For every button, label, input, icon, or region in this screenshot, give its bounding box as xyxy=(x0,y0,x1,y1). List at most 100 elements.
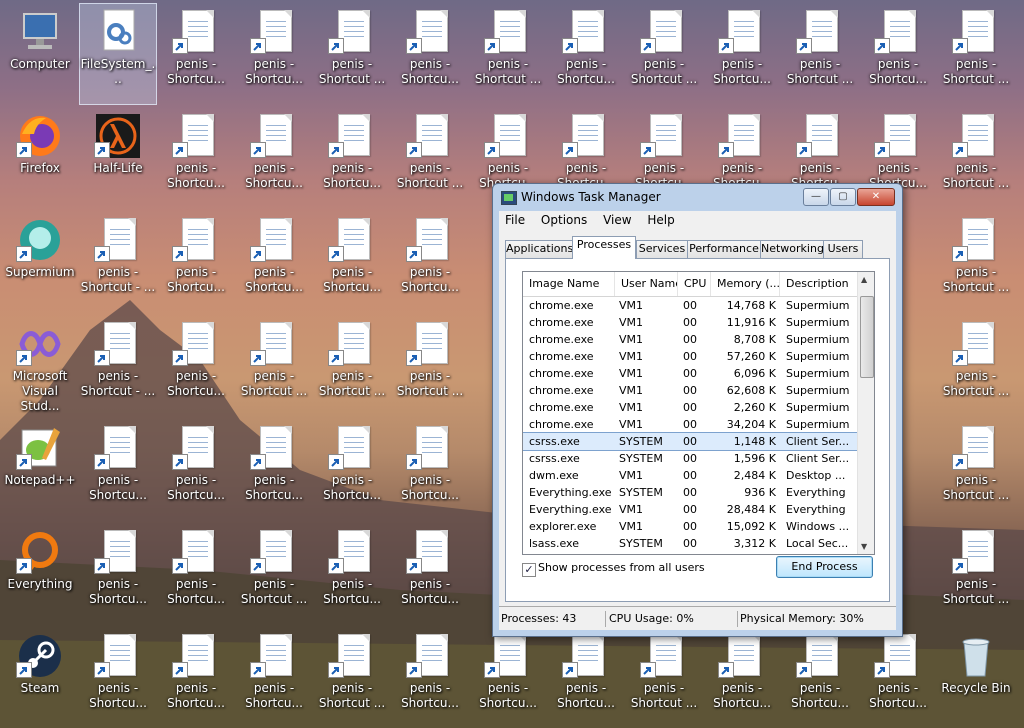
desktop-icon-shortcut[interactable]: penis - Shortcu... xyxy=(80,524,156,624)
desktop-icon-supermium[interactable]: Supermium xyxy=(2,212,78,312)
desktop-icon-shortcut[interactable]: penis - Shortcut ... xyxy=(314,628,390,728)
process-row[interactable]: chrome.exe VM1 00 14,768 K Supermium xyxy=(523,297,857,314)
desktop-icon-shortcut[interactable]: penis - Shortcut ... xyxy=(938,420,1014,520)
desktop-icon-shortcut[interactable]: penis - Shortcut ... xyxy=(938,108,1014,208)
desktop-icon-shortcut[interactable]: penis - Shortcu... xyxy=(392,524,468,624)
process-row[interactable]: csrss.exe SYSTEM 00 1,148 K Client Ser... xyxy=(523,432,858,451)
desktop-icon-shortcut[interactable]: penis - Shortcut ... xyxy=(938,524,1014,624)
desktop-icon-shortcut[interactable]: penis - Shortcu... xyxy=(314,524,390,624)
desktop-icon-everything[interactable]: Everything xyxy=(2,524,78,624)
desktop-icon-shortcut[interactable]: penis - Shortcut ... xyxy=(938,212,1014,312)
desktop-icon-shortcut[interactable]: penis - Shortcut ... xyxy=(626,4,702,104)
desktop-icon-shortcut[interactable]: penis - Shortcu... xyxy=(158,524,234,624)
scroll-thumb[interactable] xyxy=(860,296,874,378)
col-user-name[interactable]: User Name xyxy=(615,272,678,296)
process-row[interactable]: chrome.exe VM1 00 34,204 K Supermium xyxy=(523,416,857,433)
desktop-icon-shortcut[interactable]: penis - Shortcut ... xyxy=(938,4,1014,104)
process-row[interactable]: explorer.exe VM1 00 15,092 K Windows ... xyxy=(523,518,857,535)
desktop-icon-shortcut[interactable]: penis - Shortcut ... xyxy=(314,316,390,416)
col-memory[interactable]: Memory (... xyxy=(711,272,780,296)
desktop-icon-shortcut[interactable]: penis - Shortcu... xyxy=(158,4,234,104)
desktop-icon-shortcut[interactable]: penis - Shortcut ... xyxy=(470,4,546,104)
menu-file[interactable]: File xyxy=(499,211,531,227)
menu-view[interactable]: View xyxy=(597,211,637,227)
desktop-icon-shortcut[interactable]: penis - Shortcu... xyxy=(236,212,312,312)
desktop-icon-shortcut[interactable]: penis - Shortcu... xyxy=(392,628,468,728)
maximize-button[interactable]: ▢ xyxy=(830,188,856,206)
desktop-icon-shortcut[interactable]: penis - Shortcu... xyxy=(236,628,312,728)
task-manager-window[interactable]: Windows Task Manager — ▢ ✕ File Options … xyxy=(492,183,903,637)
process-row[interactable]: Everything.exe SYSTEM 00 936 K Everything xyxy=(523,484,857,501)
desktop-icon-shortcut[interactable]: penis - Shortcu... xyxy=(236,108,312,208)
desktop-icon-shortcut[interactable]: penis - Shortcut ... xyxy=(236,316,312,416)
col-description[interactable]: Description xyxy=(780,272,857,296)
desktop-icon-shortcut[interactable]: penis - Shortcut ... xyxy=(236,524,312,624)
desktop-icon-shortcut[interactable]: penis - Shortcu... xyxy=(80,420,156,520)
process-row[interactable]: dwm.exe VM1 00 2,484 K Desktop ... xyxy=(523,467,857,484)
desktop-icon-half-life[interactable]: Half-Life xyxy=(80,108,156,208)
process-row[interactable]: chrome.exe VM1 00 6,096 K Supermium xyxy=(523,365,857,382)
desktop-icon-shortcut[interactable]: penis - Shortcut ... xyxy=(392,108,468,208)
desktop-icon-shortcut[interactable]: penis - Shortcut ... xyxy=(938,316,1014,416)
desktop-icon-shortcut[interactable]: penis - Shortcut ... xyxy=(314,4,390,104)
desktop-icon-shortcut[interactable]: penis - Shortcu... xyxy=(158,628,234,728)
menu-options[interactable]: Options xyxy=(535,211,593,227)
process-list[interactable]: Image Name User Name CPU Memory (... Des… xyxy=(522,271,875,555)
tab-applications[interactable]: Applications xyxy=(505,240,573,258)
desktop-icon-visual-studio[interactable]: Microsoft Visual Stud... xyxy=(2,316,78,416)
desktop-icon-shortcut[interactable]: penis - Shortcu... xyxy=(236,420,312,520)
desktop-icon-shortcut[interactable]: penis - Shortcu... xyxy=(548,4,624,104)
col-cpu[interactable]: CPU xyxy=(678,272,711,296)
desktop-icon-shortcut[interactable]: penis - Shortcu... xyxy=(314,212,390,312)
process-row[interactable]: Everything.exe VM1 00 28,484 K Everything xyxy=(523,501,857,518)
desktop-icon-shortcut[interactable]: penis - Shortcu... xyxy=(314,420,390,520)
show-all-users-checkbox[interactable]: ✓ xyxy=(522,563,536,577)
desktop-icon-filesystem[interactable]: FileSystem_... xyxy=(79,3,157,105)
desktop-icon-shortcut[interactable]: penis - Shortcu... xyxy=(158,316,234,416)
desktop-icon-shortcut[interactable]: penis - Shortcu... xyxy=(80,628,156,728)
scrollbar[interactable]: ▲ ▼ xyxy=(857,272,874,554)
desktop-icon-shortcut[interactable]: penis - Shortcu... xyxy=(314,108,390,208)
desktop-icon-shortcut[interactable]: penis - Shortcu... xyxy=(392,420,468,520)
desktop-icon-shortcut[interactable]: penis - Shortcu... xyxy=(158,420,234,520)
tab-performance[interactable]: Performance xyxy=(687,240,761,258)
tab-users[interactable]: Users xyxy=(823,240,863,258)
desktop-icon-shortcut[interactable]: penis - Shortcu... xyxy=(860,628,936,728)
close-button[interactable]: ✕ xyxy=(857,188,895,206)
process-row[interactable]: chrome.exe VM1 00 8,708 K Supermium xyxy=(523,331,857,348)
end-process-button[interactable]: End Process xyxy=(776,556,873,578)
desktop-icon-computer[interactable]: Computer xyxy=(2,4,78,104)
process-row[interactable]: chrome.exe VM1 00 62,608 K Supermium xyxy=(523,382,857,399)
desktop-icon-shortcut[interactable]: penis - Shortcut - ... xyxy=(80,316,156,416)
tab-processes[interactable]: Processes xyxy=(572,236,636,259)
desktop-icon-shortcut[interactable]: penis - Shortcu... xyxy=(860,4,936,104)
desktop-icon-shortcut[interactable]: penis - Shortcu... xyxy=(470,628,546,728)
process-row[interactable]: csrss.exe SYSTEM 00 1,596 K Client Ser... xyxy=(523,450,857,467)
desktop-icon-shortcut[interactable]: penis - Shortcut - ... xyxy=(80,212,156,312)
desktop-icon-shortcut[interactable]: penis - Shortcu... xyxy=(704,628,780,728)
tab-services[interactable]: Services xyxy=(636,240,688,258)
desktop-icon-steam[interactable]: Steam xyxy=(2,628,78,728)
desktop-icon-recycle-bin[interactable]: Recycle Bin xyxy=(938,628,1014,728)
desktop-icon-shortcut[interactable]: penis - Shortcu... xyxy=(782,628,858,728)
desktop-icon-shortcut[interactable]: penis - Shortcu... xyxy=(704,4,780,104)
desktop-icon-shortcut[interactable]: penis - Shortcu... xyxy=(392,4,468,104)
process-row[interactable]: lsass.exe SYSTEM 00 3,312 K Local Sec... xyxy=(523,535,857,552)
col-image-name[interactable]: Image Name xyxy=(523,272,615,296)
desktop-icon-shortcut[interactable]: penis - Shortcu... xyxy=(158,108,234,208)
desktop-icon-notepad-plus-plus[interactable]: Notepad++ xyxy=(2,420,78,520)
desktop-icon-shortcut[interactable]: penis - Shortcu... xyxy=(236,4,312,104)
desktop-icon-shortcut[interactable]: penis - Shortcut ... xyxy=(392,316,468,416)
desktop-icon-shortcut[interactable]: penis - Shortcu... xyxy=(548,628,624,728)
process-row[interactable]: chrome.exe VM1 00 11,916 K Supermium xyxy=(523,314,857,331)
desktop-icon-shortcut[interactable]: penis - Shortcu... xyxy=(158,212,234,312)
process-row[interactable]: chrome.exe VM1 00 57,260 K Supermium xyxy=(523,348,857,365)
desktop-icon-firefox[interactable]: Firefox xyxy=(2,108,78,208)
scroll-up-icon[interactable]: ▲ xyxy=(861,275,867,284)
desktop-icon-shortcut[interactable]: penis - Shortcu... xyxy=(392,212,468,312)
scroll-down-icon[interactable]: ▼ xyxy=(861,542,867,551)
title-bar[interactable]: Windows Task Manager — ▢ ✕ xyxy=(493,184,902,210)
minimize-button[interactable]: — xyxy=(803,188,829,206)
menu-help[interactable]: Help xyxy=(641,211,680,227)
desktop-icon-shortcut[interactable]: penis - Shortcut ... xyxy=(626,628,702,728)
